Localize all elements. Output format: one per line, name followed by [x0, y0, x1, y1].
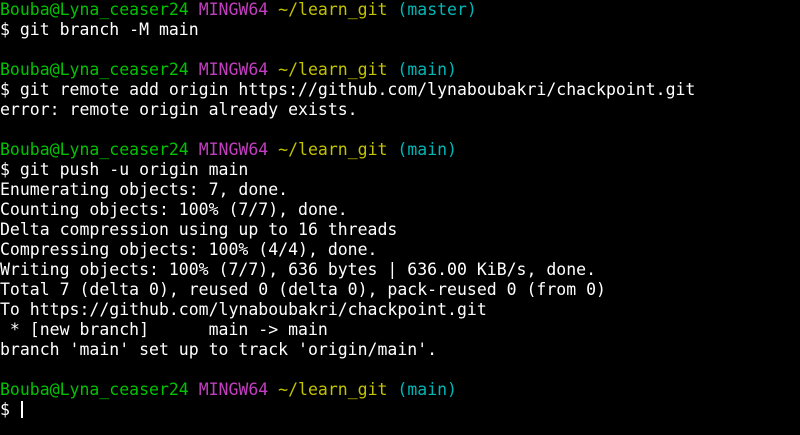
- prompt-path: ~/learn_git: [278, 380, 388, 399]
- prompt-user: Bouba@Lyna_ceaser24: [0, 0, 189, 19]
- prompt-line: Bouba@Lyna_ceaser24 MINGW64 ~/learn_git …: [0, 380, 800, 400]
- prompt-user: Bouba@Lyna_ceaser24: [0, 140, 189, 159]
- command-line: $ git branch -M main: [0, 20, 199, 39]
- prompt-system: MINGW64: [198, 140, 269, 159]
- prompt-branch: (main): [397, 140, 457, 159]
- output-line: To https://github.com/lynaboubakri/chack…: [0, 300, 487, 319]
- text-cursor: [20, 401, 23, 418]
- error-output: error: remote origin already exists.: [0, 100, 358, 119]
- prompt-system: MINGW64: [198, 60, 269, 79]
- prompt-line: Bouba@Lyna_ceaser24 MINGW64 ~/learn_git …: [0, 140, 800, 160]
- prompt-symbol: $: [0, 400, 20, 419]
- prompt-system: MINGW64: [198, 0, 269, 19]
- prompt-branch: (master): [397, 0, 477, 19]
- output-line: branch 'main' set up to track 'origin/ma…: [0, 340, 438, 359]
- prompt-path: ~/learn_git: [278, 0, 388, 19]
- output-line: Compressing objects: 100% (4/4), done.: [0, 240, 378, 259]
- output-line: Writing objects: 100% (7/7), 636 bytes |…: [0, 260, 597, 279]
- prompt-branch: (main): [397, 60, 457, 79]
- prompt-branch: (main): [397, 380, 457, 399]
- command-line: $ git remote add origin https://github.c…: [0, 80, 696, 99]
- terminal-window[interactable]: Bouba@Lyna_ceaser24 MINGW64 ~/learn_git …: [0, 0, 800, 435]
- prompt-line: Bouba@Lyna_ceaser24 MINGW64 ~/learn_git …: [0, 0, 800, 20]
- prompt-system: MINGW64: [198, 380, 269, 399]
- prompt-line: Bouba@Lyna_ceaser24 MINGW64 ~/learn_git …: [0, 60, 800, 80]
- output-line: Enumerating objects: 7, done.: [0, 180, 289, 199]
- output-line: Delta compression using up to 16 threads: [0, 220, 398, 239]
- output-line: Counting objects: 100% (7/7), done.: [0, 200, 348, 219]
- prompt-user: Bouba@Lyna_ceaser24: [0, 380, 189, 399]
- output-line: Total 7 (delta 0), reused 0 (delta 0), p…: [0, 280, 606, 299]
- command-input-line[interactable]: $: [0, 400, 800, 420]
- prompt-path: ~/learn_git: [278, 140, 388, 159]
- prompt-path: ~/learn_git: [278, 60, 388, 79]
- output-line: * [new branch] main -> main: [0, 320, 328, 339]
- prompt-user: Bouba@Lyna_ceaser24: [0, 60, 189, 79]
- command-line: $ git push -u origin main: [0, 160, 249, 179]
